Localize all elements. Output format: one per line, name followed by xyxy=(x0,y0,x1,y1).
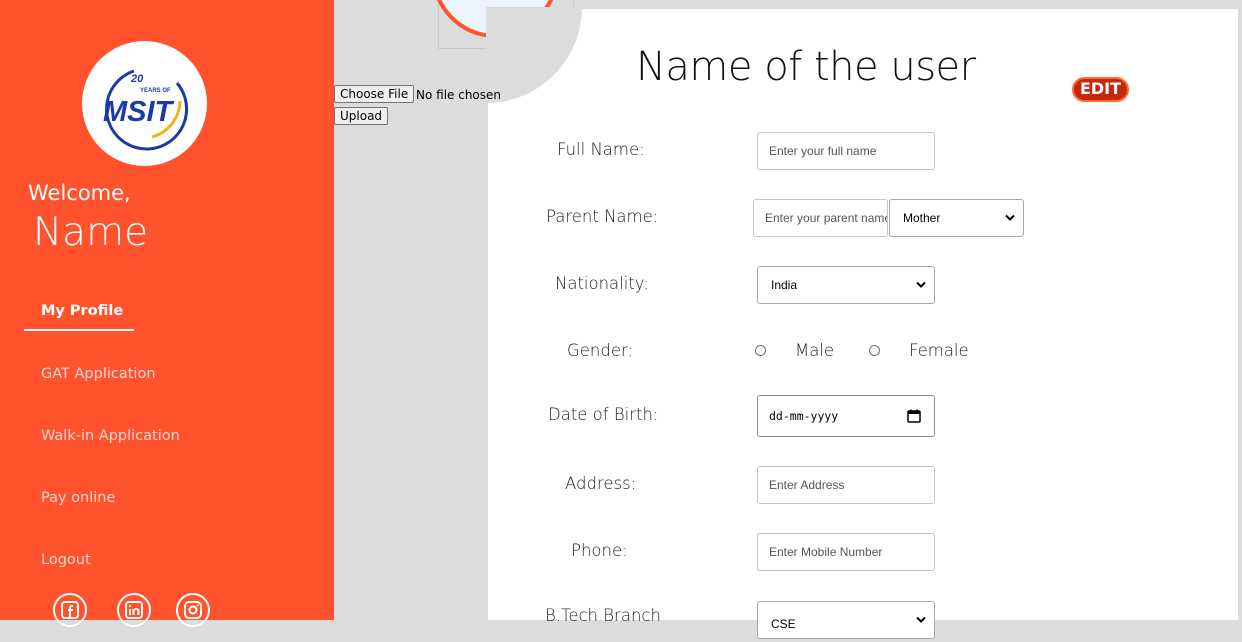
gender-male-label: Male xyxy=(795,341,835,360)
address-input[interactable]: Enter Address xyxy=(757,466,935,504)
nav-walk-in-application[interactable]: Walk-in Application xyxy=(41,428,180,444)
branch-select[interactable]: CSE xyxy=(757,601,935,639)
gender-female-label: Female xyxy=(909,341,969,360)
parent-relation-value: Mother xyxy=(903,211,941,225)
college-logo: 20 YEARS OF MSIT xyxy=(82,41,207,166)
parent-name-label: Parent Name: xyxy=(546,207,659,226)
parent-relation-select[interactable]: Mother xyxy=(889,199,1024,237)
branch-value: CSE xyxy=(771,617,796,631)
choose-file-button[interactable]: Choose File xyxy=(334,85,415,103)
gender-female-radio[interactable] xyxy=(869,345,880,356)
edit-button[interactable]: EDIT xyxy=(1072,77,1129,102)
facebook-icon[interactable] xyxy=(53,593,87,627)
parent-name-input[interactable]: Enter your parent name xyxy=(753,199,888,237)
svg-text:MSIT: MSIT xyxy=(103,96,175,128)
address-label: Address: xyxy=(565,474,637,493)
dob-placeholder: dd-mm-yyyy xyxy=(769,409,839,423)
upload-button[interactable]: Upload xyxy=(334,107,389,125)
nav-pay-online[interactable]: Pay online xyxy=(41,490,115,506)
branch-label: B.Tech Branch xyxy=(545,606,661,625)
chevron-down-icon xyxy=(916,281,926,288)
sidebar: 20 YEARS OF MSIT Welcome, Name My Profil… xyxy=(0,0,334,627)
phone-label: Phone: xyxy=(571,541,628,560)
linkedin-icon[interactable] xyxy=(117,593,151,627)
dob-input[interactable]: dd-mm-yyyy xyxy=(757,395,935,437)
svg-text:20: 20 xyxy=(130,73,144,85)
gender-male-radio[interactable] xyxy=(755,345,766,356)
nav-gat-application[interactable]: GAT Application xyxy=(41,366,156,382)
nav-logout[interactable]: Logout xyxy=(41,552,91,568)
nationality-select[interactable]: India xyxy=(757,266,935,304)
full-name-input[interactable]: Enter your full name xyxy=(757,132,935,170)
no-file-text: No file chosen xyxy=(416,88,502,102)
nav-my-profile[interactable]: My Profile xyxy=(41,303,123,319)
page-title: Name of the user xyxy=(636,44,976,90)
nav-active-underline xyxy=(24,329,134,331)
instagram-icon[interactable] xyxy=(176,593,210,627)
gender-label: Gender: xyxy=(567,341,634,360)
svg-text:YEARS OF: YEARS OF xyxy=(140,88,171,94)
calendar-icon[interactable] xyxy=(907,409,921,423)
nationality-label: Nationality: xyxy=(555,274,649,293)
dob-label: Date of Birth: xyxy=(548,405,659,424)
chevron-down-icon xyxy=(916,616,926,623)
card-corner-curve xyxy=(486,7,582,103)
nationality-value: India xyxy=(771,278,798,292)
phone-input[interactable]: Enter Mobile Number xyxy=(757,533,935,571)
welcome-user-name: Name xyxy=(33,210,149,255)
full-name-label: Full Name: xyxy=(557,140,645,159)
chevron-down-icon xyxy=(1005,214,1015,221)
welcome-text: Welcome, xyxy=(28,181,131,205)
